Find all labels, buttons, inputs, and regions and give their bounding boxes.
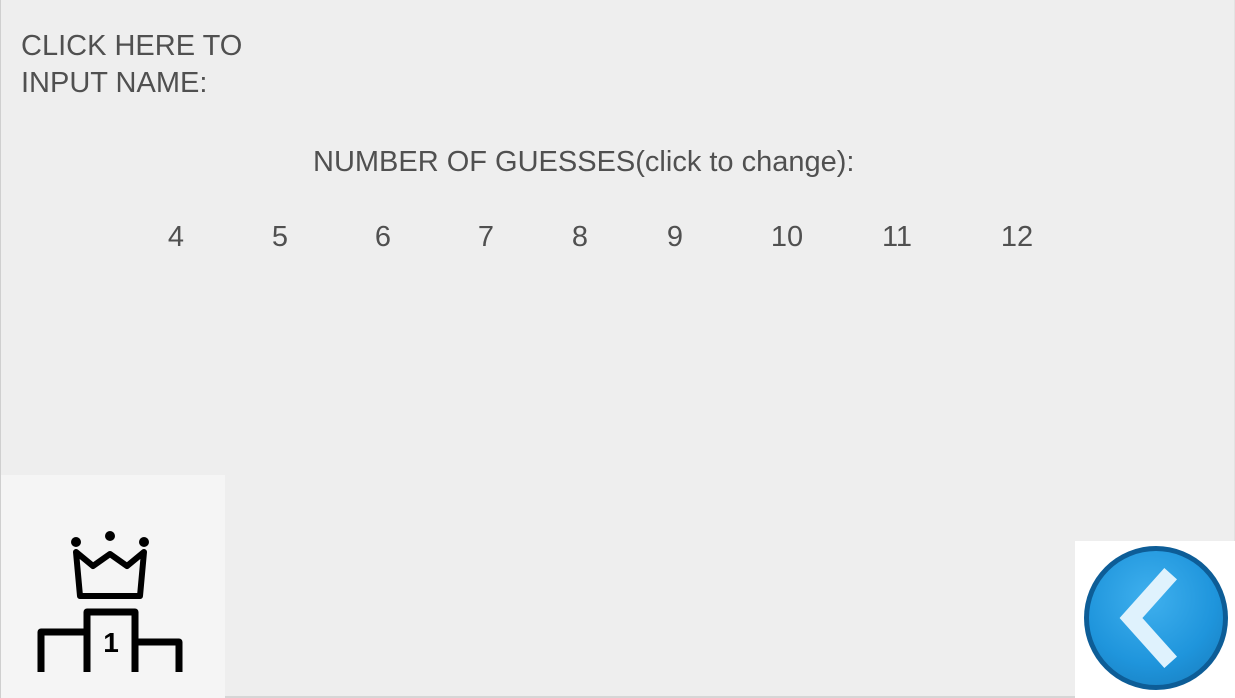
name-input-prompt[interactable]: CLICK HERE TO INPUT NAME: — [21, 28, 321, 102]
game-settings-screen: CLICK HERE TO INPUT NAME: NUMBER OF GUES… — [0, 0, 1235, 698]
number-of-guesses-label[interactable]: NUMBER OF GUESSES(click to change): — [313, 144, 854, 180]
leaderboard-button[interactable]: 1 — [1, 475, 225, 698]
guess-option-5[interactable]: 5 — [272, 218, 288, 256]
guess-option-9[interactable]: 9 — [667, 218, 683, 256]
guess-option-7[interactable]: 7 — [478, 218, 494, 256]
chevron-left-icon — [1084, 546, 1228, 690]
guess-option-11[interactable]: 11 — [882, 218, 912, 256]
guess-option-6[interactable]: 6 — [375, 218, 391, 256]
guess-option-8[interactable]: 8 — [572, 218, 588, 256]
guess-option-12[interactable]: 12 — [1001, 218, 1033, 256]
guess-option-10[interactable]: 10 — [771, 218, 803, 256]
guess-option-4[interactable]: 4 — [168, 218, 184, 256]
guess-count-options: 4 5 6 7 8 9 10 11 12 — [1, 218, 1235, 258]
podium-number: 1 — [103, 627, 119, 658]
back-button[interactable] — [1075, 541, 1235, 698]
podium-crown-icon: 1 — [37, 531, 183, 672]
